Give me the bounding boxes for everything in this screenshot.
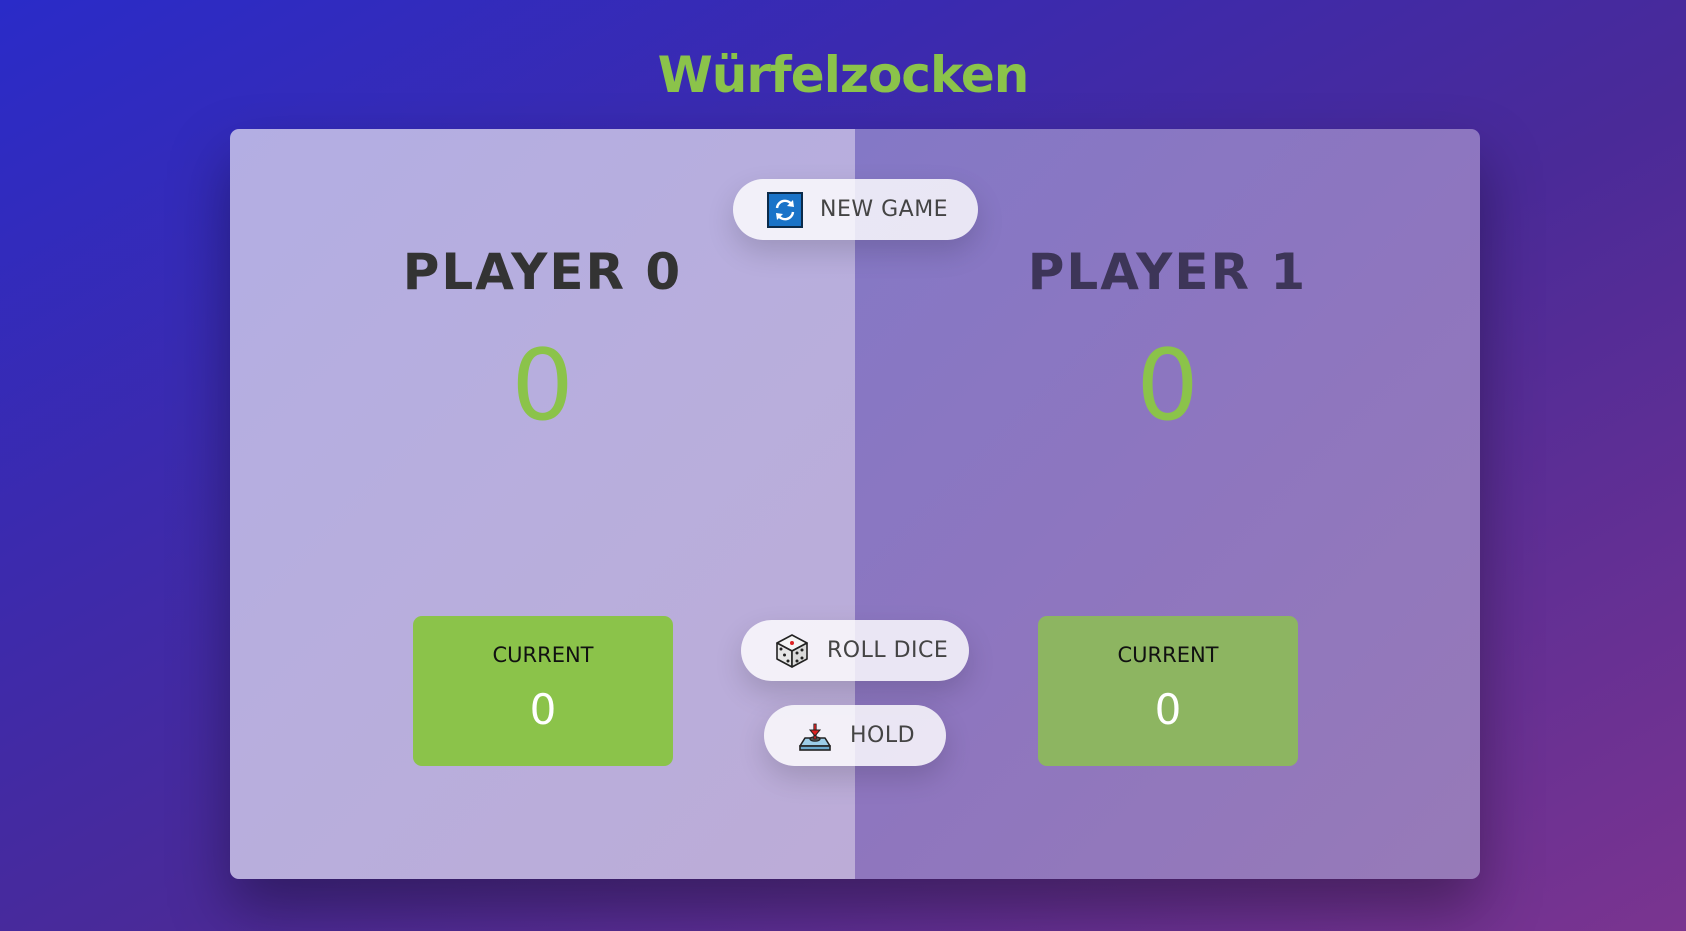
roll-dice-button[interactable]: ROLL DICE [741, 620, 969, 681]
new-game-button[interactable]: NEW GAME [733, 179, 978, 240]
game-board: PLAYER 0 0 CURRENT 0 PLAYER 1 0 CURRENT … [230, 129, 1480, 879]
player-1-current-box: CURRENT 0 [1038, 616, 1298, 766]
app-title: Würfelzocken [657, 46, 1030, 104]
player-1-name: PLAYER 1 [1027, 243, 1308, 301]
player-0-total-score: 0 [511, 329, 574, 443]
player-1-current-label: CURRENT [1117, 643, 1219, 667]
player-1-panel: PLAYER 1 0 CURRENT 0 [855, 129, 1480, 879]
refresh-icon [767, 191, 803, 228]
joystick-icon [797, 718, 833, 754]
new-game-label: NEW GAME [820, 197, 949, 222]
player-0-current-box: CURRENT 0 [413, 616, 673, 766]
player-0-name: PLAYER 0 [402, 243, 683, 301]
player-1-current-score: 0 [1154, 685, 1182, 734]
player-0-panel: PLAYER 0 0 CURRENT 0 [230, 129, 855, 879]
hold-label: HOLD [850, 723, 916, 748]
player-1-total-score: 0 [1136, 329, 1199, 443]
player-0-current-label: CURRENT [492, 643, 594, 667]
dice-icon [774, 633, 810, 669]
roll-dice-label: ROLL DICE [827, 638, 949, 663]
player-0-current-score: 0 [529, 685, 557, 734]
hold-button[interactable]: HOLD [764, 705, 946, 766]
